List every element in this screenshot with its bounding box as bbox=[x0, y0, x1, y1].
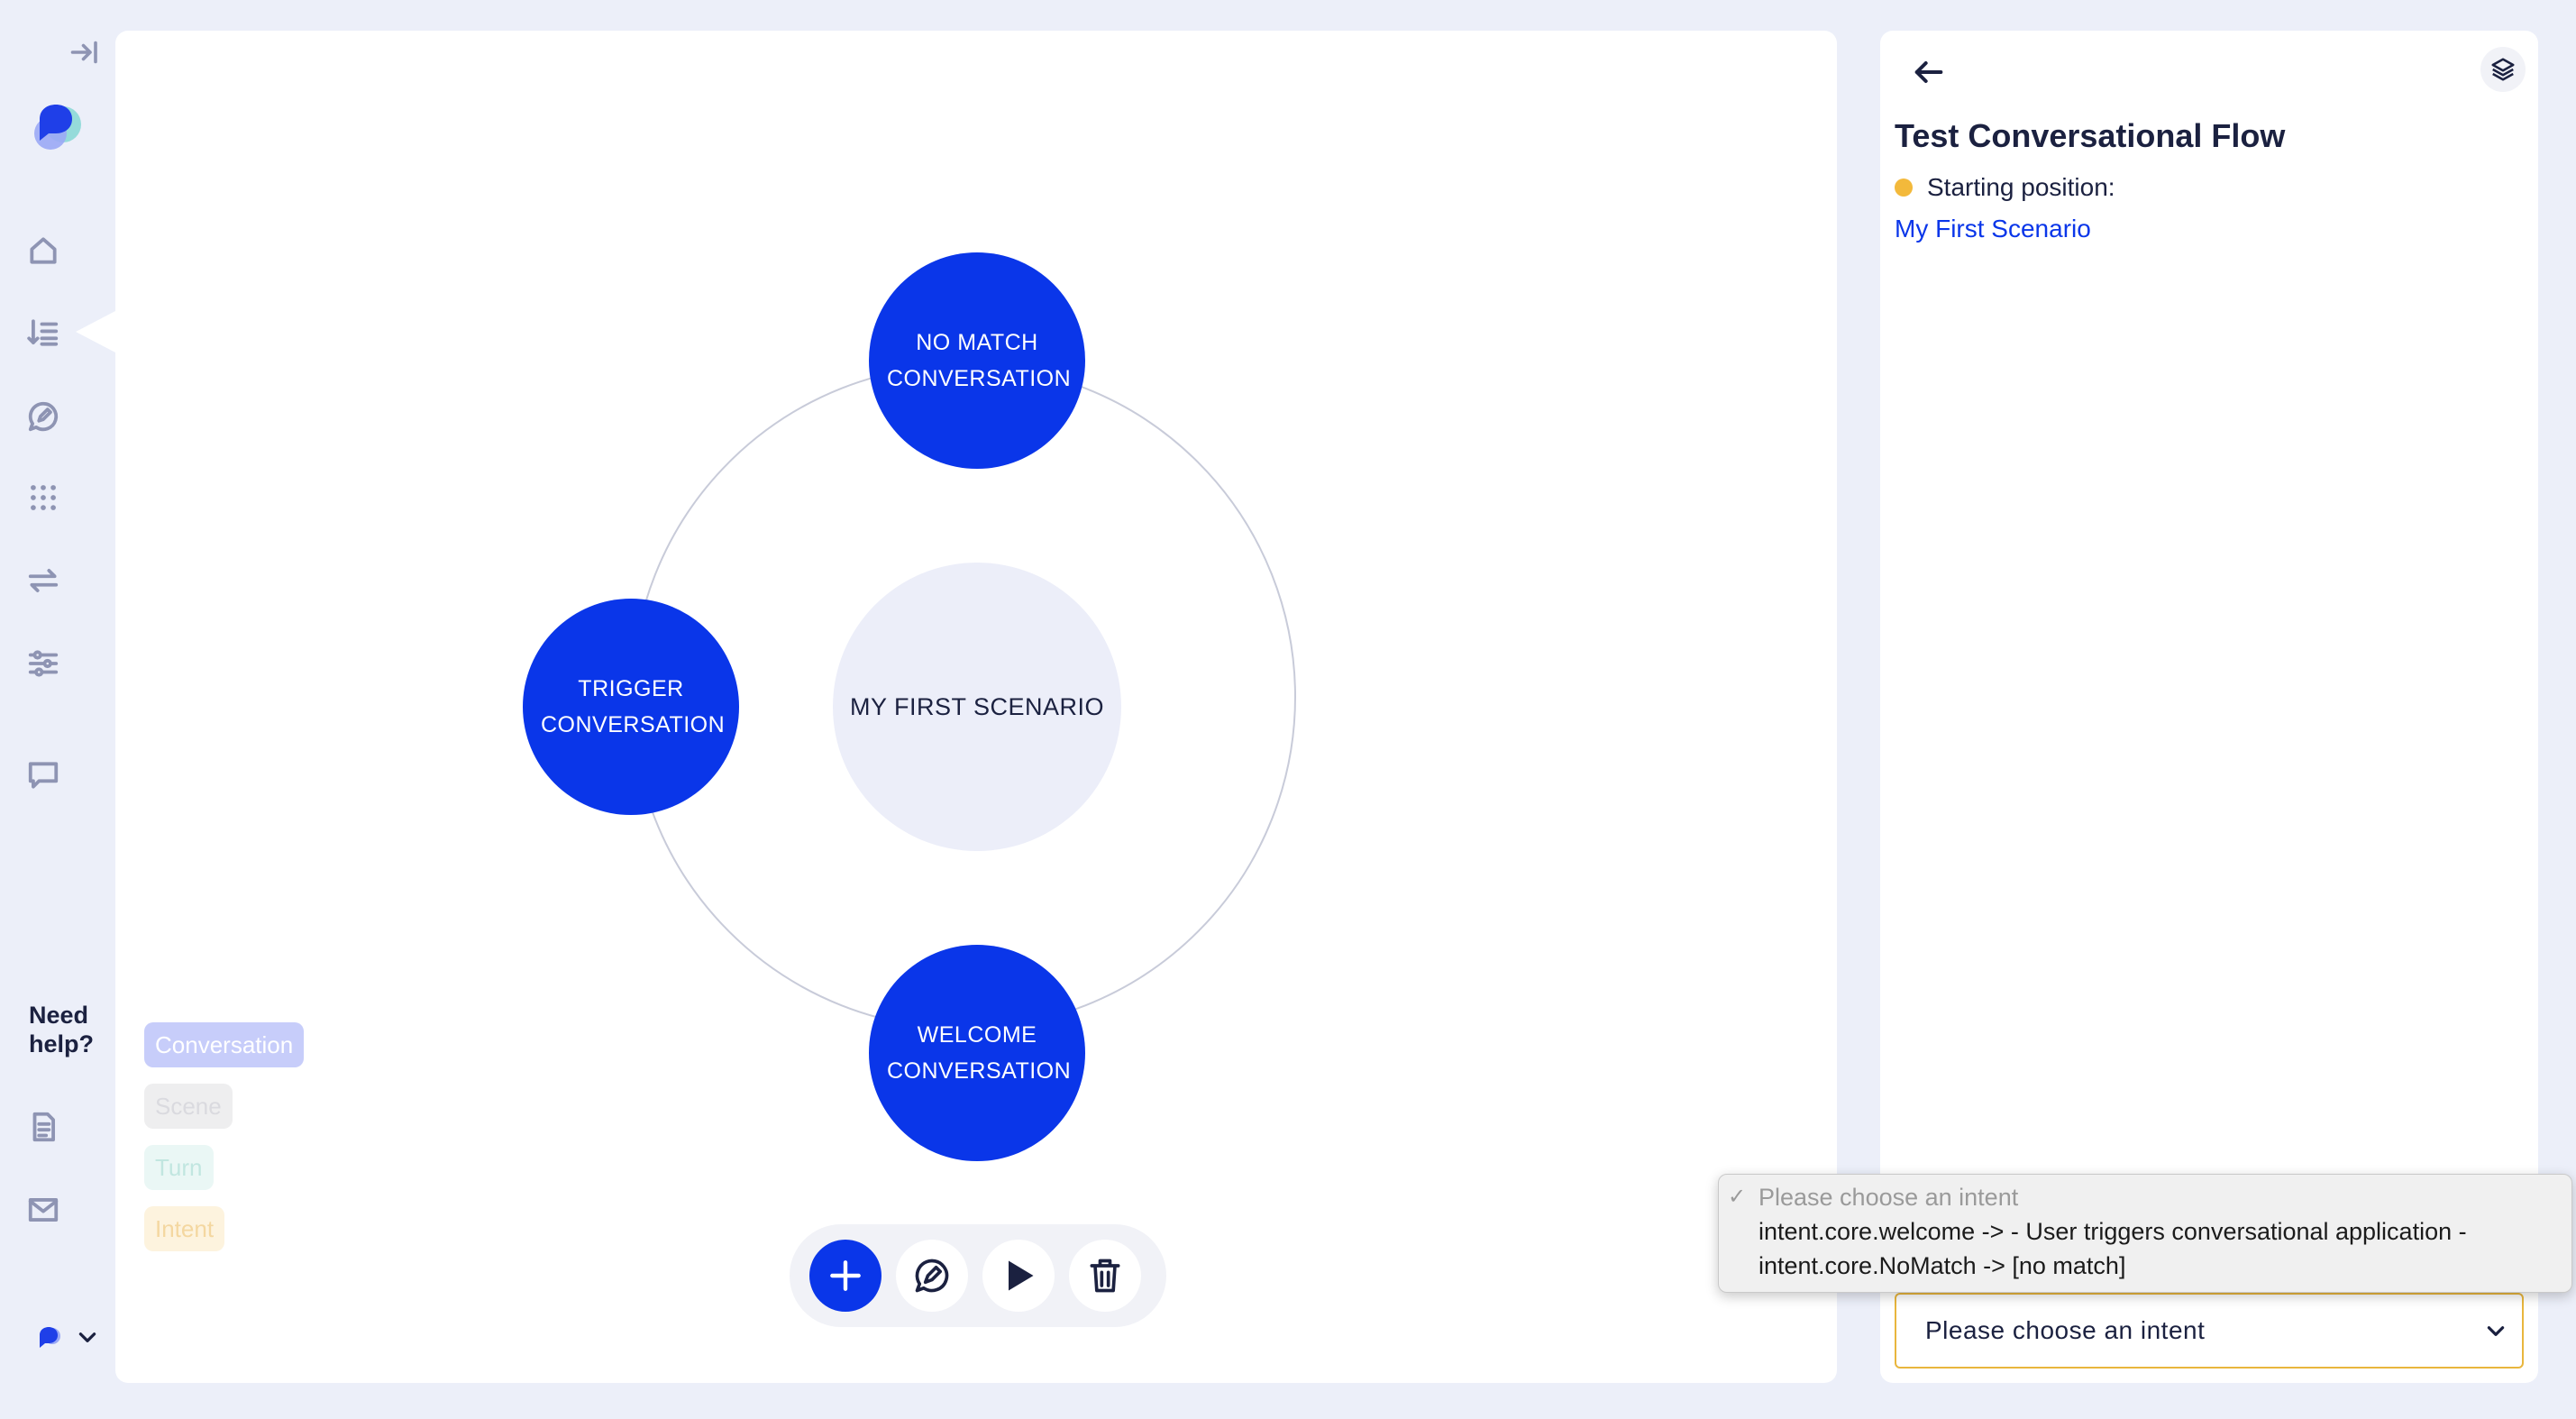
need-help-line1: Need bbox=[29, 1002, 89, 1029]
node-label-line1: TRIGGER bbox=[578, 676, 684, 701]
scenario-node[interactable]: MY FIRST SCENARIO bbox=[833, 563, 1121, 851]
intent-option-nomatch[interactable]: intent.core.NoMatch -> [no match] bbox=[1728, 1249, 2571, 1283]
legend-turn[interactable]: Turn bbox=[144, 1145, 214, 1190]
node-label-line2: CONVERSATION bbox=[541, 712, 726, 737]
need-help-label: Need help? bbox=[29, 1001, 94, 1058]
checkmark-icon: ✓ bbox=[1728, 1185, 1747, 1209]
intent-select-value: Please choose an intent bbox=[1925, 1316, 2206, 1344]
message-icon[interactable] bbox=[23, 755, 63, 795]
scenario-link[interactable]: My First Scenario bbox=[1895, 215, 2091, 243]
mail-icon[interactable] bbox=[23, 1190, 63, 1230]
option-label: intent.core.NoMatch -> [no match] bbox=[1758, 1252, 2126, 1279]
intent-select[interactable]: Please choose an intent bbox=[1895, 1293, 2524, 1369]
sidebar: Need help? bbox=[0, 0, 117, 1419]
add-button[interactable] bbox=[809, 1240, 882, 1312]
legend-conversation[interactable]: Conversation bbox=[144, 1022, 305, 1067]
welcome-conversation-node[interactable]: WELCOME CONVERSATION bbox=[869, 945, 1085, 1161]
workspace-logo-icon bbox=[40, 1327, 60, 1348]
plus-icon bbox=[830, 1260, 861, 1291]
arrow-left-icon bbox=[1914, 61, 1943, 83]
scenario-node-label: MY FIRST SCENARIO bbox=[849, 692, 1105, 720]
option-label: Please choose an intent bbox=[1758, 1184, 2019, 1211]
option-label: intent.core.welcome -> - User triggers c… bbox=[1758, 1218, 2467, 1245]
node-label-line1: NO MATCH bbox=[916, 330, 1038, 355]
node-label: NO MATCH CONVERSATION bbox=[887, 325, 1072, 397]
legend-scene[interactable]: Scene bbox=[144, 1084, 233, 1129]
app-logo[interactable] bbox=[27, 97, 87, 157]
repeat-arrows-icon[interactable] bbox=[23, 561, 63, 600]
ordered-list-icon[interactable] bbox=[23, 313, 63, 352]
status-dot bbox=[1895, 179, 1913, 197]
active-nav-indicator bbox=[76, 310, 117, 353]
node-label: WELCOME CONVERSATION bbox=[887, 1017, 1072, 1089]
scenario-canvas[interactable]: MY FIRST SCENARIO NO MATCH CONVERSATION … bbox=[115, 31, 1837, 1383]
play-icon bbox=[1009, 1260, 1034, 1291]
play-button[interactable] bbox=[982, 1240, 1055, 1312]
delete-button[interactable] bbox=[1069, 1240, 1141, 1312]
node-label-line1: WELCOME bbox=[917, 1022, 1037, 1048]
home-icon[interactable] bbox=[23, 231, 63, 270]
starting-position: Starting position: bbox=[1895, 173, 2115, 202]
intent-option-welcome[interactable]: intent.core.welcome -> - User triggers c… bbox=[1728, 1214, 2571, 1249]
legend-intent[interactable]: Intent bbox=[144, 1206, 225, 1251]
chat-bubble-edit-icon[interactable] bbox=[23, 397, 63, 436]
node-label: TRIGGER CONVERSATION bbox=[541, 671, 726, 743]
scenario-diagram: MY FIRST SCENARIO NO MATCH CONVERSATION … bbox=[115, 31, 1837, 1383]
chat-edit-icon bbox=[915, 1259, 949, 1293]
node-label-line2: CONVERSATION bbox=[887, 366, 1072, 391]
intent-dropdown-menu: ✓ Please choose an intent intent.core.we… bbox=[1718, 1174, 2572, 1293]
collapse-sidebar-icon[interactable] bbox=[65, 32, 105, 72]
intent-option-placeholder[interactable]: ✓ Please choose an intent bbox=[1728, 1180, 2571, 1214]
layers-button[interactable] bbox=[2480, 47, 2526, 92]
edit-button[interactable] bbox=[896, 1240, 968, 1312]
need-help-line2: help? bbox=[29, 1030, 94, 1057]
layers-icon bbox=[2491, 58, 2515, 81]
level-legend: Conversation Scene Turn Intent bbox=[144, 1022, 305, 1268]
chevron-down-icon bbox=[78, 1332, 96, 1342]
workspace-switcher[interactable] bbox=[36, 1323, 99, 1350]
grid-dots-icon[interactable] bbox=[23, 478, 63, 517]
chevron-down-icon bbox=[2487, 1326, 2505, 1336]
back-button[interactable] bbox=[1902, 45, 1956, 99]
trigger-conversation-node[interactable]: TRIGGER CONVERSATION bbox=[523, 599, 739, 815]
no-match-conversation-node[interactable]: NO MATCH CONVERSATION bbox=[869, 252, 1085, 469]
trash-icon bbox=[1090, 1259, 1120, 1293]
sliders-icon[interactable] bbox=[23, 644, 63, 683]
node-label-line2: CONVERSATION bbox=[887, 1058, 1072, 1084]
document-icon[interactable] bbox=[23, 1107, 63, 1147]
starting-position-label: Starting position: bbox=[1927, 173, 2115, 201]
canvas-toolbar bbox=[790, 1224, 1166, 1327]
panel-title: Test Conversational Flow bbox=[1895, 117, 2286, 154]
